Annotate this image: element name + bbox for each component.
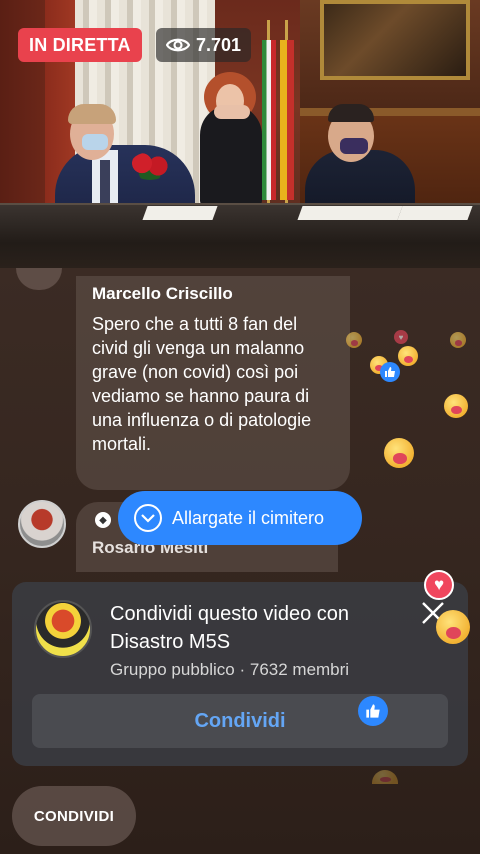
- painting: [320, 0, 470, 80]
- share-button-label: Condividi: [194, 709, 286, 732]
- care-reaction-icon: [436, 610, 470, 644]
- heart-icon: ♥: [424, 570, 454, 600]
- group-avatar: [34, 600, 92, 658]
- like-icon: [380, 362, 400, 382]
- sicilian-flag: [280, 40, 294, 200]
- viewer-count-value: 7.701: [196, 34, 242, 55]
- chevron-down-icon: [134, 504, 162, 532]
- face-mask: [82, 134, 108, 150]
- cabinet-shelf: [300, 108, 480, 116]
- hair: [68, 104, 116, 124]
- share-pill-button[interactable]: CONDIVIDI: [12, 786, 136, 846]
- live-badge: IN DIRETTA: [18, 28, 142, 62]
- hair: [328, 104, 374, 122]
- comment-text: Spero che a tutti 8 fan del civid gli ve…: [92, 314, 312, 454]
- interpreter: [200, 105, 262, 205]
- care-reaction-icon: [346, 332, 362, 348]
- interpreter-hands: [214, 105, 250, 119]
- papers: [142, 206, 218, 220]
- eye-icon: [166, 38, 190, 52]
- papers: [297, 206, 403, 220]
- share-card: Condividi questo video con Disastro M5S …: [12, 582, 468, 766]
- care-reaction-icon: [444, 394, 468, 418]
- badge-icon: ◆: [95, 512, 111, 528]
- papers: [397, 206, 473, 220]
- care-reaction-icon: [450, 332, 466, 348]
- italian-flag: [262, 40, 276, 200]
- care-reaction-icon: [398, 346, 418, 366]
- live-badge-label: IN DIRETTA: [29, 34, 131, 55]
- face-mask: [340, 138, 368, 154]
- comment[interactable]: Marcello Criscillo Spero che a tutti 8 f…: [76, 276, 350, 490]
- new-comment-pill-label: Allargate il cimitero: [172, 507, 325, 528]
- share-card-subtitle: Gruppo pubblico · 7632 membri: [110, 660, 350, 679]
- flowers: [130, 152, 170, 180]
- viewer-count: 7.701: [156, 28, 252, 62]
- new-comment-pill[interactable]: Allargate il cimitero: [118, 491, 362, 545]
- heart-icon: ♥: [394, 330, 408, 344]
- share-card-title: Condividi questo video con Disastro M5S: [110, 603, 350, 653]
- like-icon: [358, 696, 388, 726]
- live-video[interactable]: IN DIRETTA 7.701: [0, 0, 480, 268]
- comment-author[interactable]: Marcello Criscillo: [92, 284, 334, 304]
- share-pill-label: CONDIVIDI: [33, 807, 115, 825]
- avatar[interactable]: [18, 500, 66, 548]
- care-reaction-icon: [384, 438, 414, 468]
